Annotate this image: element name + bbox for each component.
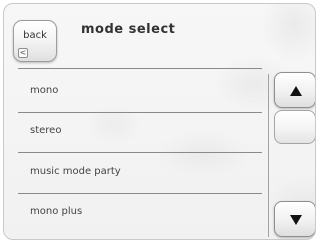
back-arrow-icon: < — [18, 48, 28, 58]
list-item-mono-plus[interactable]: mono plus — [18, 195, 261, 231]
list-item-label: stereo — [30, 125, 62, 136]
scroll-up-button[interactable] — [274, 72, 315, 108]
triangle-up-icon — [290, 86, 302, 96]
screen: back < mode select mono stereo music mod… — [0, 0, 321, 244]
triangle-down-icon — [290, 215, 302, 225]
list-item-label: music mode party — [30, 166, 121, 177]
list-divider — [18, 112, 262, 113]
list-divider — [18, 152, 262, 153]
back-button[interactable]: back < — [13, 20, 57, 62]
scrollbar-thumb[interactable] — [274, 110, 315, 144]
list-item-music-mode-party[interactable]: music mode party — [18, 155, 261, 191]
back-button-label: back — [23, 30, 47, 41]
list-item-mono[interactable]: mono — [18, 74, 261, 110]
list-item-stereo[interactable]: stereo — [18, 114, 261, 150]
list-divider — [18, 68, 262, 69]
mode-select-panel: back < mode select mono stereo music mod… — [3, 3, 316, 240]
list-item-label: mono — [30, 85, 59, 96]
scroll-down-button[interactable] — [274, 201, 315, 237]
list-divider — [18, 193, 262, 194]
page-title: mode select — [81, 22, 176, 37]
list-item-label: mono plus — [30, 206, 83, 217]
